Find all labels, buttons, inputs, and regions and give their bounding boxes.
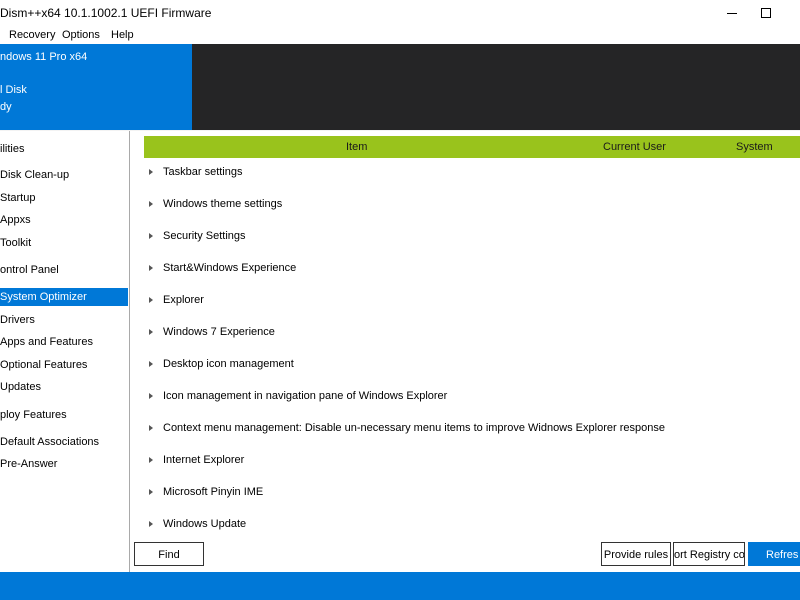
sidebar-item-label: ontrol Panel [0,264,59,276]
expand-arrow-icon[interactable] [149,425,153,431]
sidebar-item-label: Pre-Answer [0,458,58,470]
sidebar-item-label: Appxs [0,214,31,226]
sidebar-item-label: ilities [0,143,25,155]
sidebar: ilities Disk Clean-up Startup Appxs Tool… [0,131,130,572]
import-registry-button[interactable]: ort Registry co [673,542,745,566]
tree-row-windows-theme-settings[interactable]: Windows theme settings [144,195,794,215]
tree-row-taskbar-settings[interactable]: Taskbar settings [144,163,794,183]
column-header-item[interactable]: Item [346,141,367,153]
expand-arrow-icon[interactable] [149,361,153,367]
sidebar-item-control-panel[interactable]: ontrol Panel [0,261,128,279]
sidebar-item-label: Toolkit [0,237,32,249]
session-list-area [192,44,800,130]
tree-row-label: Windows theme settings [163,198,283,210]
sidebar-item-label: System Optimizer [0,291,87,303]
tree-row-windows-7-experience[interactable]: Windows 7 Experience [144,323,794,343]
column-header-system[interactable]: System [736,141,773,153]
sidebar-item-deploy-features[interactable]: ploy Features [0,406,128,424]
session-info-panel[interactable]: ndows 11 Pro x64 l Disk dy [0,44,192,130]
sidebar-item-startup[interactable]: Startup [0,189,128,207]
column-header-current-user[interactable]: Current User [603,141,666,153]
minimize-icon [727,12,737,14]
maximize-icon [761,8,771,18]
disk-name: l Disk [0,84,27,96]
tree-row-label: Taskbar settings [163,166,243,178]
sidebar-item-pre-answer[interactable]: Pre-Answer [0,455,128,473]
minimize-button[interactable] [713,0,751,26]
sidebar-item-label: Apps and Features [0,336,93,348]
expand-arrow-icon[interactable] [149,489,153,495]
status-bar [0,572,800,600]
sidebar-item-optional-features[interactable]: Optional Features [0,356,128,374]
tree-row-label: Context menu management: Disable un-nece… [163,422,665,434]
expand-arrow-icon[interactable] [149,265,153,271]
window-title: Dism++x64 10.1.1002.1 UEFI Firmware [0,6,212,20]
find-button[interactable]: Find [134,542,204,566]
tree-row-desktop-icon-management[interactable]: Desktop icon management [144,355,794,375]
expand-arrow-icon[interactable] [149,233,153,239]
menu-options[interactable]: Options [62,29,100,41]
sidebar-item-label: Updates [0,381,41,393]
tree-row-windows-update[interactable]: Windows Update [144,515,794,535]
sidebar-item-label: Optional Features [0,359,88,371]
sidebar-item-label: ploy Features [0,409,67,421]
tree-row-label: Start&Windows Experience [163,262,297,274]
sidebar-item-drivers[interactable]: Drivers [0,311,128,329]
expand-arrow-icon[interactable] [149,329,153,335]
tree-row-label: Security Settings [163,230,246,242]
expand-arrow-icon[interactable] [149,201,153,207]
tree-row-start-windows-experience[interactable]: Start&Windows Experience [144,259,794,279]
refresh-button[interactable]: Refresh [748,542,800,566]
menu-recovery[interactable]: Recovery [9,29,55,41]
tree-row-microsoft-pinyin-ime[interactable]: Microsoft Pinyin IME [144,483,794,503]
tree-row-label: Microsoft Pinyin IME [163,486,264,498]
expand-arrow-icon[interactable] [149,297,153,303]
sidebar-item-system-optimizer[interactable]: System Optimizer [0,288,128,306]
title-bar: Dism++x64 10.1.1002.1 UEFI Firmware [0,0,800,27]
tree-row-explorer[interactable]: Explorer [144,291,794,311]
sidebar-item-label: Default Associations [0,436,100,448]
tree-row-security-settings[interactable]: Security Settings [144,227,794,247]
maximize-button[interactable] [747,0,785,26]
sidebar-item-label: Drivers [0,314,35,326]
session-status: dy [0,101,12,113]
expand-arrow-icon[interactable] [149,169,153,175]
provide-rules-button[interactable]: Provide rules [601,542,671,566]
tree-row-label: Explorer [163,294,204,306]
expand-arrow-icon[interactable] [149,457,153,463]
tree-row-context-menu-management[interactable]: Context menu management: Disable un-nece… [144,419,794,439]
os-name: ndows 11 Pro x64 [0,51,88,63]
tree-row-navigation-pane-icons[interactable]: Icon management in navigation pane of Wi… [144,387,794,407]
menu-bar: Recovery Options Help [0,26,800,44]
sidebar-item-utilities[interactable]: ilities [0,140,128,158]
tree-row-label: Icon management in navigation pane of Wi… [163,390,448,402]
app-window: Dism++x64 10.1.1002.1 UEFI Firmware Reco… [0,0,800,600]
sidebar-item-label: Disk Clean-up [0,169,70,181]
sidebar-item-appxs[interactable]: Appxs [0,211,128,229]
tree-row-label: Windows 7 Experience [163,326,275,338]
sidebar-item-apps-and-features[interactable]: Apps and Features [0,333,128,351]
sidebar-item-updates[interactable]: Updates [0,378,128,396]
optimizer-panel: Item Current User System Taskbar setting… [130,131,800,572]
tree-row-internet-explorer[interactable]: Internet Explorer [144,451,794,471]
expand-arrow-icon[interactable] [149,521,153,527]
expand-arrow-icon[interactable] [149,393,153,399]
sidebar-item-label: Startup [0,192,36,204]
table-header: Item Current User System [144,136,800,158]
tree-row-label: Internet Explorer [163,454,245,466]
tree-row-label: Windows Update [163,518,247,530]
sidebar-item-disk-clean-up[interactable]: Disk Clean-up [0,166,128,184]
sidebar-item-default-associations[interactable]: Default Associations [0,433,128,451]
sidebar-item-toolkit[interactable]: Toolkit [0,234,128,252]
tree-row-label: Desktop icon management [163,358,294,370]
menu-help[interactable]: Help [111,29,134,41]
